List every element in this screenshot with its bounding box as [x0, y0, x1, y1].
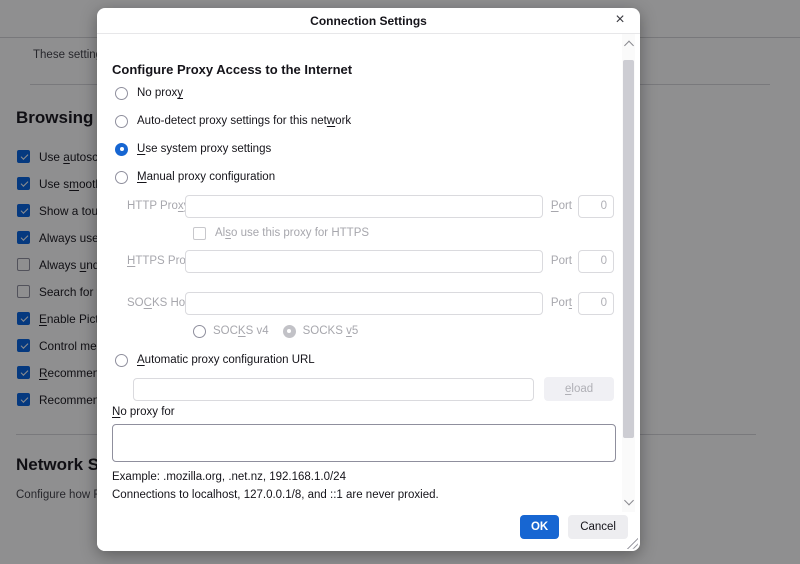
connection-settings-dialog: Connection Settings × Configure Proxy Ac…	[97, 8, 640, 551]
dialog-body: Configure Proxy Access to the Internet N…	[97, 34, 640, 512]
proxy-section-heading: Configure Proxy Access to the Internet	[112, 62, 614, 77]
socks-port-input[interactable]	[578, 292, 614, 315]
radio-icon-selected[interactable]	[115, 143, 128, 156]
radio-icon[interactable]	[115, 87, 128, 100]
radio-label: No proxy	[137, 87, 183, 99]
radio-icon[interactable]	[115, 171, 128, 184]
radio-label: SOCKS v4	[213, 325, 269, 337]
auto-proxy-url-row: eload	[133, 377, 614, 401]
no-proxy-for-label: No proxy for	[112, 406, 614, 421]
radio-socks-v5[interactable]: SOCKS v5	[283, 325, 359, 338]
radio-automatic-proxy-url[interactable]: Automatic proxy configuration URL	[112, 346, 614, 374]
dialog-title: Connection Settings	[310, 14, 427, 28]
radio-label: Auto-detect proxy settings for this netw…	[137, 115, 351, 127]
scroll-down-icon[interactable]	[624, 496, 634, 506]
radio-socks-v4[interactable]: SOCKS v4	[193, 325, 269, 338]
radio-icon[interactable]	[115, 354, 128, 367]
screen: These settings a Browsing Use autoscrol …	[0, 0, 800, 564]
https-proxy-label: HTTPS Proxy	[127, 255, 185, 267]
radio-icon-selected[interactable]	[283, 325, 296, 338]
share-proxy-https-row[interactable]: Also use this proxy for HTTPS	[193, 223, 614, 243]
checkbox-icon[interactable]	[193, 227, 206, 240]
socks-host-row: SOCKS Host Port	[127, 291, 614, 315]
no-proxy-for-textarea[interactable]	[112, 424, 616, 462]
ok-button[interactable]: OK	[520, 515, 559, 539]
close-icon[interactable]: ×	[610, 10, 630, 30]
http-proxy-input[interactable]	[185, 195, 543, 218]
dialog-footer: OK Cancel	[97, 512, 640, 551]
radio-label: Use system proxy settings	[137, 143, 271, 155]
https-port-label: Port	[551, 255, 572, 267]
http-port-label: Port	[551, 200, 572, 212]
socks-port-label: Port	[551, 297, 572, 309]
scroll-up-icon[interactable]	[624, 41, 634, 51]
radio-use-system-proxy[interactable]: Use system proxy settings	[112, 135, 614, 163]
cancel-button[interactable]: Cancel	[568, 515, 628, 539]
auto-proxy-url-input[interactable]	[133, 378, 534, 401]
socks-host-label: SOCKS Host	[127, 297, 185, 309]
radio-auto-detect[interactable]: Auto-detect proxy settings for this netw…	[112, 107, 614, 135]
dialog-scrollbar[interactable]	[622, 34, 635, 512]
radio-no-proxy[interactable]: No proxy	[112, 79, 614, 107]
radio-label: SOCKS v5	[303, 325, 359, 337]
socks-version-row: SOCKS v4 SOCKS v5	[193, 321, 614, 341]
https-port-input[interactable]	[578, 250, 614, 273]
http-proxy-row: HTTP Proxy Port	[127, 194, 614, 218]
radio-label: Manual proxy configuration	[137, 171, 275, 183]
no-proxy-example-line: Example: .mozilla.org, .net.nz, 192.168.…	[112, 471, 614, 486]
socks-host-input[interactable]	[185, 292, 543, 315]
dialog-header: Connection Settings ×	[97, 8, 640, 34]
https-proxy-row: HTTPS Proxy Port	[127, 249, 614, 273]
no-proxy-note-line: Connections to localhost, 127.0.0.1/8, a…	[112, 489, 614, 504]
https-proxy-input[interactable]	[185, 250, 543, 273]
http-port-input[interactable]	[578, 195, 614, 218]
scrollbar-thumb[interactable]	[623, 60, 634, 438]
radio-icon[interactable]	[193, 325, 206, 338]
radio-label: Automatic proxy configuration URL	[137, 354, 315, 366]
reload-button[interactable]: eload	[544, 377, 614, 401]
http-proxy-label: HTTP Proxy	[127, 200, 185, 212]
radio-manual-proxy[interactable]: Manual proxy configuration	[112, 163, 614, 191]
checkbox-label: Also use this proxy for HTTPS	[215, 227, 369, 239]
radio-icon[interactable]	[115, 115, 128, 128]
